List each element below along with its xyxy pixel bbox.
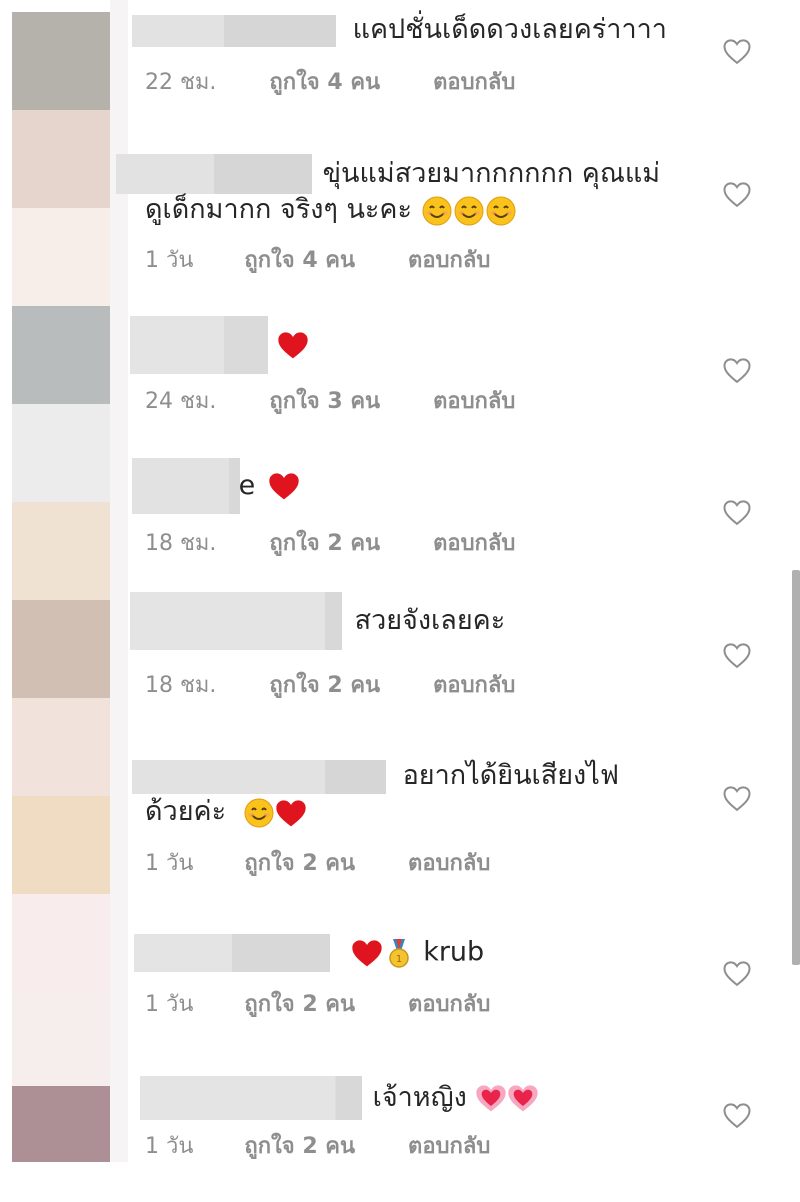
username[interactable] — [130, 316, 268, 374]
heart-outline-icon[interactable] — [722, 784, 752, 812]
comment-text: อยากได้ยินเสียงไฟ — [402, 760, 619, 791]
likes-count[interactable]: ถูกใจ 2 คน — [269, 667, 380, 702]
avatar[interactable] — [12, 306, 110, 404]
reply-button[interactable]: ตอบกลับ — [433, 667, 515, 702]
comment-text-line2: ด้วยค่ะ — [145, 796, 227, 827]
smiling-face-emoji — [422, 196, 452, 225]
comment-time: 1 วัน — [145, 1134, 194, 1159]
heart-outline-icon[interactable] — [722, 641, 752, 669]
avatar[interactable] — [12, 12, 110, 110]
reply-button[interactable]: ตอบกลับ — [433, 383, 515, 418]
avatar-column — [0, 0, 128, 1162]
avatar[interactable] — [12, 796, 110, 894]
avatar[interactable] — [12, 894, 110, 990]
heart-outline-icon[interactable] — [722, 356, 752, 384]
red-heart-emoji — [276, 799, 306, 826]
username[interactable] — [130, 592, 342, 650]
comment-time: 18 ชม. — [145, 673, 217, 698]
comment-text: สวยจังเลยคะ — [354, 604, 506, 636]
likes-count[interactable]: ถูกใจ 2 คน — [244, 1128, 355, 1163]
smiling-face-emoji — [486, 196, 516, 225]
likes-count[interactable]: ถูกใจ 2 คน — [269, 525, 380, 560]
reply-button[interactable]: ตอบกลับ — [433, 525, 515, 560]
comment-text: ขุ่นแม่สวยมากกกกกก คุณแม่ — [322, 157, 661, 189]
scrollbar[interactable] — [792, 570, 800, 965]
comment-text: e — [238, 469, 256, 501]
reply-button[interactable]: ตอบกลับ — [408, 845, 490, 880]
comment-text-line2: ดูเด็กมากก จริงๆ นะคะ — [145, 194, 412, 225]
likes-count[interactable]: ถูกใจ 2 คน — [244, 845, 355, 880]
growing-heart-emoji — [476, 1085, 507, 1112]
smiling-face-emoji — [244, 798, 274, 827]
comment-time: 1 วัน — [145, 851, 194, 876]
comment-time: 22 ชม. — [145, 70, 217, 95]
heart-outline-icon[interactable] — [722, 37, 752, 65]
avatar[interactable] — [12, 698, 110, 796]
comment-text: แคปชั่นเด็ดดวงเลยคร่าาาา — [352, 14, 667, 45]
username[interactable] — [132, 759, 386, 794]
comment-text: เจ้าหญิง — [372, 1081, 467, 1113]
growing-heart-emoji — [508, 1085, 539, 1112]
username[interactable] — [140, 1076, 362, 1120]
heart-outline-icon[interactable] — [722, 498, 752, 526]
username[interactable] — [132, 14, 336, 47]
smiling-face-emoji — [454, 196, 484, 225]
avatar[interactable] — [12, 1086, 110, 1162]
comment-time: 1 วัน — [145, 248, 194, 273]
avatar[interactable] — [12, 600, 110, 698]
reply-button[interactable]: ตอบกลับ — [408, 986, 490, 1021]
username[interactable] — [134, 934, 330, 972]
avatar[interactable] — [12, 208, 110, 306]
comment-time: 18 ชม. — [145, 531, 217, 556]
heart-outline-icon[interactable] — [722, 959, 752, 987]
gold-medal-emoji: 1 — [388, 939, 409, 968]
red-heart-emoji — [351, 940, 382, 967]
username[interactable] — [132, 458, 240, 514]
comment-time: 1 วัน — [145, 992, 194, 1017]
reply-button[interactable]: ตอบกลับ — [433, 64, 515, 99]
comment-time: 24 ชม. — [145, 389, 217, 414]
red-heart-emoji — [269, 473, 299, 500]
reply-button[interactable]: ตอบกลับ — [408, 1128, 490, 1163]
red-heart-emoji — [277, 332, 308, 359]
likes-count[interactable]: ถูกใจ 3 คน — [269, 383, 380, 418]
comment-text: krub — [423, 936, 485, 968]
reply-button[interactable]: ตอบกลับ — [408, 242, 490, 277]
avatar[interactable] — [12, 110, 110, 208]
avatar[interactable] — [12, 404, 110, 502]
svg-text:1: 1 — [395, 954, 401, 965]
avatar[interactable] — [12, 990, 110, 1086]
heart-outline-icon[interactable] — [722, 180, 752, 208]
username[interactable] — [116, 154, 312, 194]
likes-count[interactable]: ถูกใจ 4 คน — [244, 242, 355, 277]
likes-count[interactable]: ถูกใจ 4 คน — [269, 64, 380, 99]
heart-outline-icon[interactable] — [722, 1101, 752, 1129]
likes-count[interactable]: ถูกใจ 2 คน — [244, 986, 355, 1021]
avatar[interactable] — [12, 502, 110, 600]
